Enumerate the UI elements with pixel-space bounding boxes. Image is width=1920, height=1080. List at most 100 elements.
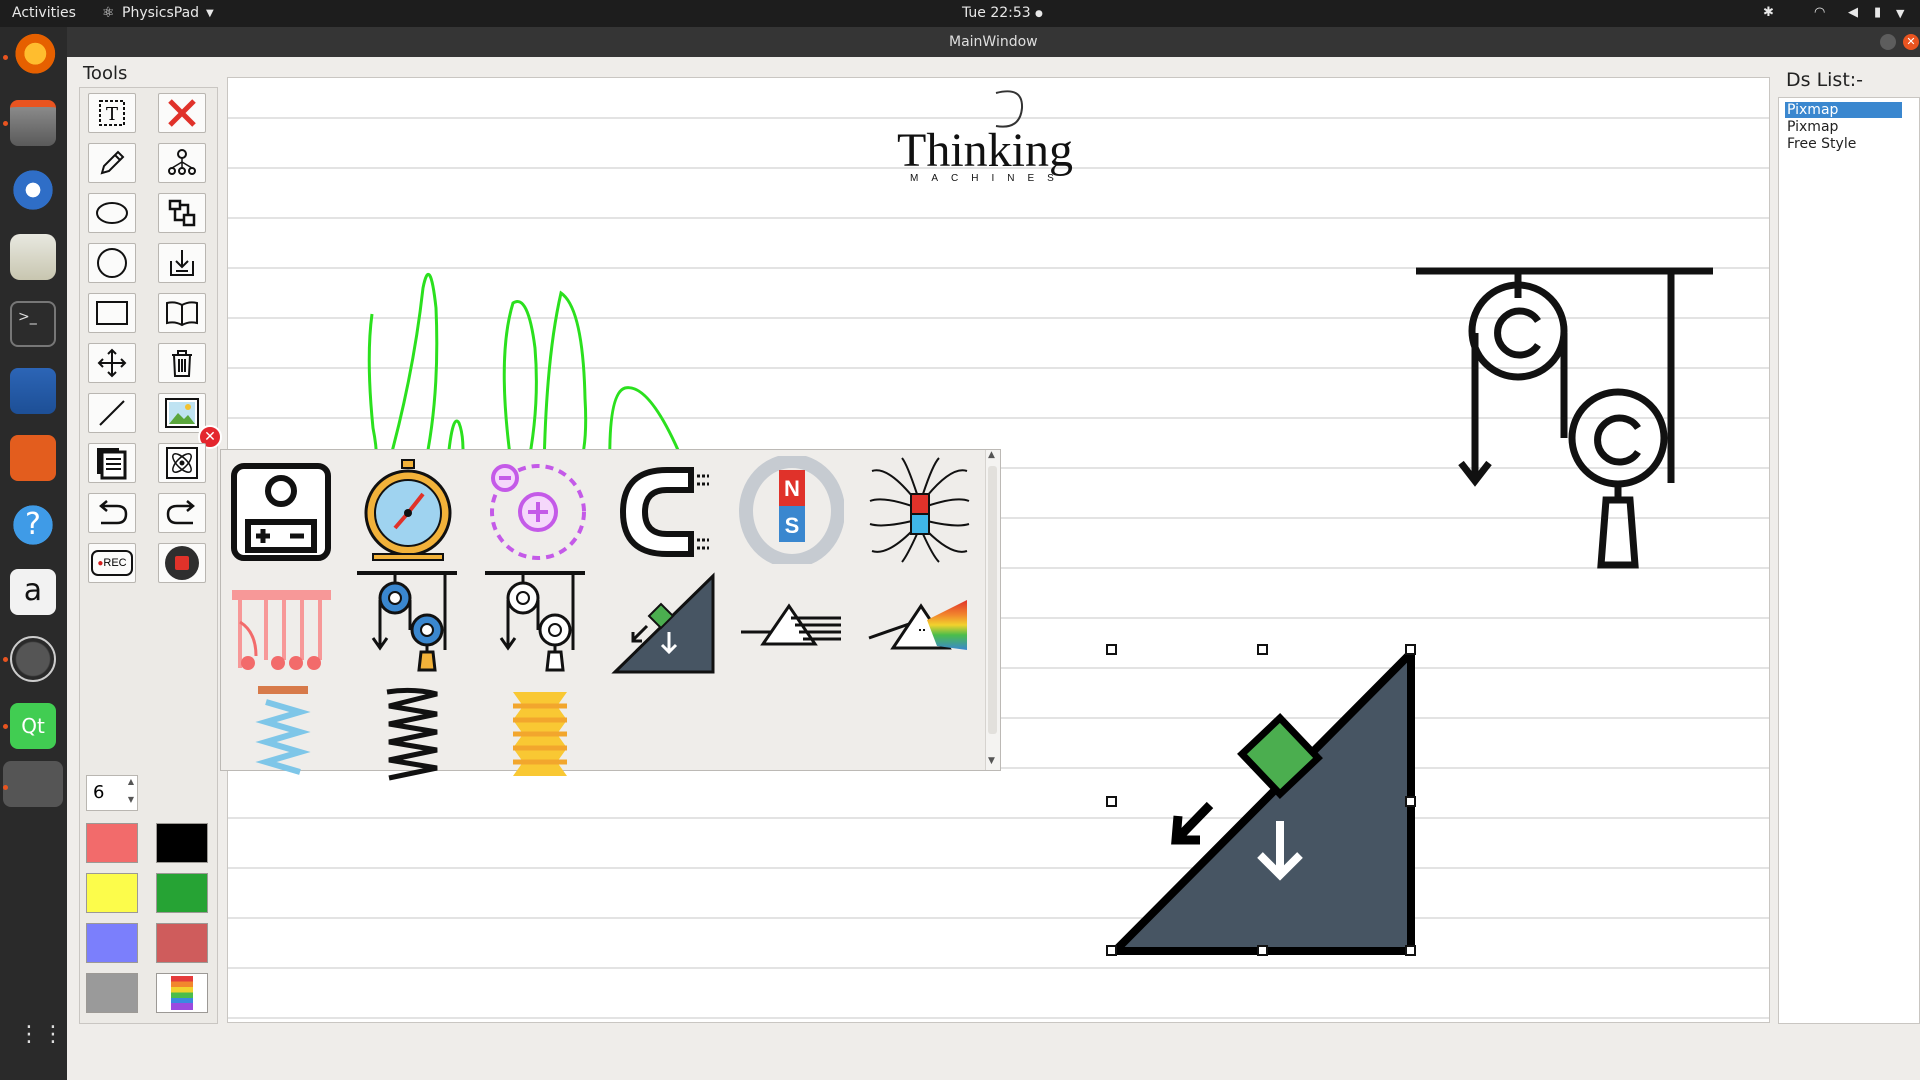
help-icon[interactable]: ? xyxy=(10,502,56,548)
prism-beam-icon[interactable] xyxy=(739,570,844,678)
stop-icon xyxy=(165,546,199,580)
charges-orbit-icon[interactable] xyxy=(483,456,588,564)
minimize-icon[interactable] xyxy=(1880,34,1896,50)
resize-handle[interactable] xyxy=(1257,644,1268,655)
stopwatch-icon[interactable] xyxy=(355,456,460,564)
files-icon[interactable] xyxy=(10,100,56,146)
horseshoe-magnet-icon[interactable] xyxy=(611,456,716,564)
download-tray-icon xyxy=(170,250,194,276)
color-swatch-yellow[interactable] xyxy=(86,873,138,913)
firefox-icon[interactable] xyxy=(10,33,56,79)
pen-size-value: 6 xyxy=(93,782,105,803)
pulley-outline-icon[interactable] xyxy=(483,570,588,678)
trash-icon xyxy=(172,350,192,377)
free-style-drawing[interactable] xyxy=(367,273,680,471)
volume-icon[interactable]: ◀ xyxy=(1848,5,1858,20)
text-box-icon: T xyxy=(99,100,125,126)
undo-tool-button[interactable] xyxy=(88,493,136,533)
inclined-plane-pixmap[interactable] xyxy=(1106,644,1416,956)
hierarchy-tool-button[interactable] xyxy=(158,143,206,183)
color-swatch-black[interactable] xyxy=(156,823,208,863)
line-tool-button[interactable] xyxy=(88,393,136,433)
ds-list-item[interactable]: Pixmap xyxy=(1785,102,1902,118)
ellipse-tool-button[interactable] xyxy=(88,193,136,233)
qt-creator-icon[interactable]: Qt xyxy=(10,703,56,749)
system-menu-chevron-icon[interactable]: ▼ xyxy=(1896,7,1904,20)
rainbow-icon xyxy=(171,976,193,1010)
circle-tool-button[interactable] xyxy=(88,243,136,283)
bluetooth-icon[interactable]: ✱ xyxy=(1763,5,1774,20)
spring-blue-icon[interactable] xyxy=(226,684,331,792)
battery-icon[interactable]: ▮ xyxy=(1874,5,1881,20)
text-tool-button[interactable]: T xyxy=(88,93,136,133)
pixmap-palette[interactable]: ▲ ▼ N S xyxy=(220,449,1001,781)
app-menu[interactable]: PhysicsPad xyxy=(122,5,199,21)
color-swatch-gray[interactable] xyxy=(86,973,138,1013)
clear-tool-button[interactable] xyxy=(158,93,206,133)
palette-scrollbar[interactable]: ▲ ▼ xyxy=(985,450,1000,770)
ds-list[interactable]: Pixmap Pixmap Free Style xyxy=(1778,97,1920,1024)
resize-handle[interactable] xyxy=(1106,796,1117,807)
updater-icon[interactable] xyxy=(10,636,56,682)
spring-yellow-icon[interactable] xyxy=(483,684,588,792)
layout-tool-button[interactable] xyxy=(158,193,206,233)
close-icon[interactable]: ✕ xyxy=(1903,34,1919,50)
window-title: MainWindow xyxy=(949,34,1038,50)
rhythmbox-icon[interactable] xyxy=(10,234,56,280)
color-swatch-rainbow[interactable] xyxy=(156,973,208,1013)
spin-up-icon[interactable]: ▲ xyxy=(128,777,134,786)
import-tool-button[interactable] xyxy=(158,243,206,283)
activities-button[interactable]: Activities xyxy=(12,5,76,21)
prism-spectrum-icon[interactable] xyxy=(867,570,972,678)
spin-down-icon[interactable]: ▼ xyxy=(128,795,134,804)
delete-tool-button[interactable] xyxy=(158,343,206,383)
redo-tool-button[interactable] xyxy=(158,493,206,533)
ds-list-item[interactable]: Free Style xyxy=(1785,136,1902,152)
move-arrows-icon xyxy=(97,348,127,378)
color-swatch-red[interactable] xyxy=(86,823,138,863)
move-tool-button[interactable] xyxy=(88,343,136,383)
color-swatch-green[interactable] xyxy=(156,873,208,913)
rectangle-tool-button[interactable] xyxy=(88,293,136,333)
color-swatch-blue[interactable] xyxy=(86,923,138,963)
book-tool-button[interactable] xyxy=(158,293,206,333)
ds-list-item[interactable]: Pixmap xyxy=(1785,119,1902,135)
line-icon xyxy=(99,400,125,426)
amazon-icon[interactable]: a xyxy=(10,569,56,615)
software-center-icon[interactable] xyxy=(10,435,56,481)
rectangle-icon xyxy=(96,301,128,325)
writer-icon[interactable] xyxy=(10,368,56,414)
spring-black-icon[interactable] xyxy=(355,684,460,792)
resize-handle[interactable] xyxy=(1405,644,1416,655)
thunderbird-icon[interactable] xyxy=(10,167,56,213)
tree-nodes-icon xyxy=(168,149,196,175)
inclined-plane-icon[interactable] xyxy=(611,570,716,678)
physicspad-icon[interactable] xyxy=(3,761,63,807)
resize-handle[interactable] xyxy=(1106,644,1117,655)
color-swatch-dark-red[interactable] xyxy=(156,923,208,963)
bar-magnet-icon[interactable]: N S xyxy=(739,456,844,564)
resize-handle[interactable] xyxy=(1257,945,1268,956)
stop-tool-button[interactable] xyxy=(158,543,206,583)
pages-tool-button[interactable] xyxy=(88,443,136,483)
atom-tool-button[interactable] xyxy=(158,443,206,483)
pen-size-spinbox[interactable]: 6 ▲ ▼ xyxy=(86,775,138,811)
resize-handle[interactable] xyxy=(1106,945,1117,956)
pencil-tool-button[interactable] xyxy=(88,143,136,183)
scroll-down-icon[interactable]: ▼ xyxy=(988,756,995,766)
newtons-cradle-icon[interactable] xyxy=(226,570,331,678)
resize-handle[interactable] xyxy=(1405,945,1416,956)
record-tool-button[interactable]: ● REC xyxy=(88,543,136,583)
wifi-icon[interactable]: ◠ xyxy=(1814,5,1825,20)
chevron-down-icon: ▼ xyxy=(206,8,214,19)
battery-circuit-icon[interactable] xyxy=(226,456,331,564)
scroll-thumb[interactable] xyxy=(988,466,997,734)
terminal-icon[interactable]: >_ xyxy=(10,301,56,347)
resize-handle[interactable] xyxy=(1405,796,1416,807)
pulley-color-icon[interactable] xyxy=(355,570,460,678)
logo-word: Thinking xyxy=(897,124,1073,177)
magnetic-field-icon[interactable] xyxy=(867,456,972,564)
scroll-up-icon[interactable]: ▲ xyxy=(988,450,995,460)
clock[interactable]: Tue 22:53 xyxy=(962,5,1031,21)
image-tool-button[interactable] xyxy=(158,393,206,433)
